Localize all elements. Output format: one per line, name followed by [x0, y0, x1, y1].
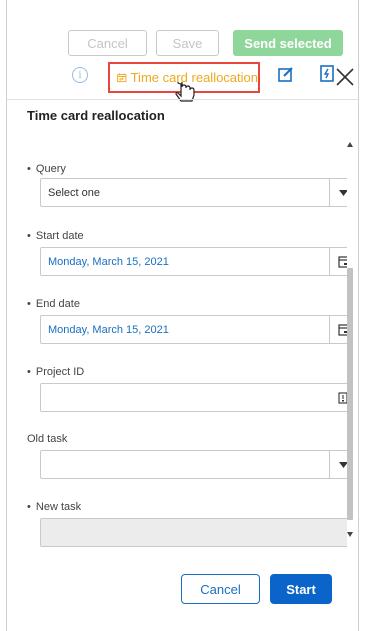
- dialog-title: Time card reallocation: [27, 108, 165, 123]
- scroll-down-icon[interactable]: [347, 532, 353, 537]
- project-id-label: • Project ID: [27, 366, 85, 378]
- new-task-input: [40, 518, 347, 547]
- send-selected-button[interactable]: Send selected: [233, 30, 343, 56]
- query-select[interactable]: Select one: [40, 178, 347, 207]
- document-icon[interactable]: [320, 65, 334, 82]
- end-date-input[interactable]: Monday, March 15, 2021: [40, 315, 347, 344]
- dialog-start-button[interactable]: Start: [270, 574, 332, 604]
- scrollbar-thumb[interactable]: [347, 268, 353, 520]
- old-task-label: Old task: [27, 433, 68, 445]
- start-date-input[interactable]: Monday, March 15, 2021: [40, 247, 347, 276]
- start-date-label: • Start date: [27, 230, 84, 242]
- scroll-up-icon[interactable]: [347, 142, 353, 147]
- info-glyph: i: [78, 69, 82, 81]
- toolbar-save-button[interactable]: Save: [156, 30, 219, 56]
- new-task-label: • New task: [27, 501, 82, 513]
- form-scrollbar[interactable]: [345, 132, 356, 552]
- project-id-input[interactable]: [40, 383, 347, 412]
- query-label: • Query: [27, 163, 66, 175]
- old-task-select[interactable]: [40, 450, 347, 479]
- edit-icon[interactable]: [278, 66, 294, 82]
- dialog-cancel-button[interactable]: Cancel: [181, 574, 260, 604]
- toolbar-divider: [7, 99, 358, 100]
- close-icon[interactable]: [334, 66, 356, 88]
- required-marker: •: [27, 163, 31, 175]
- calendar-icon: [117, 73, 127, 83]
- dialog-form: • Query Select one • Start date Monday, …: [27, 130, 347, 550]
- end-date-label: • End date: [27, 298, 80, 310]
- info-icon[interactable]: i: [72, 67, 88, 83]
- pointer-hand-icon: [175, 82, 195, 102]
- toolbar-cancel-button[interactable]: Cancel: [68, 30, 147, 56]
